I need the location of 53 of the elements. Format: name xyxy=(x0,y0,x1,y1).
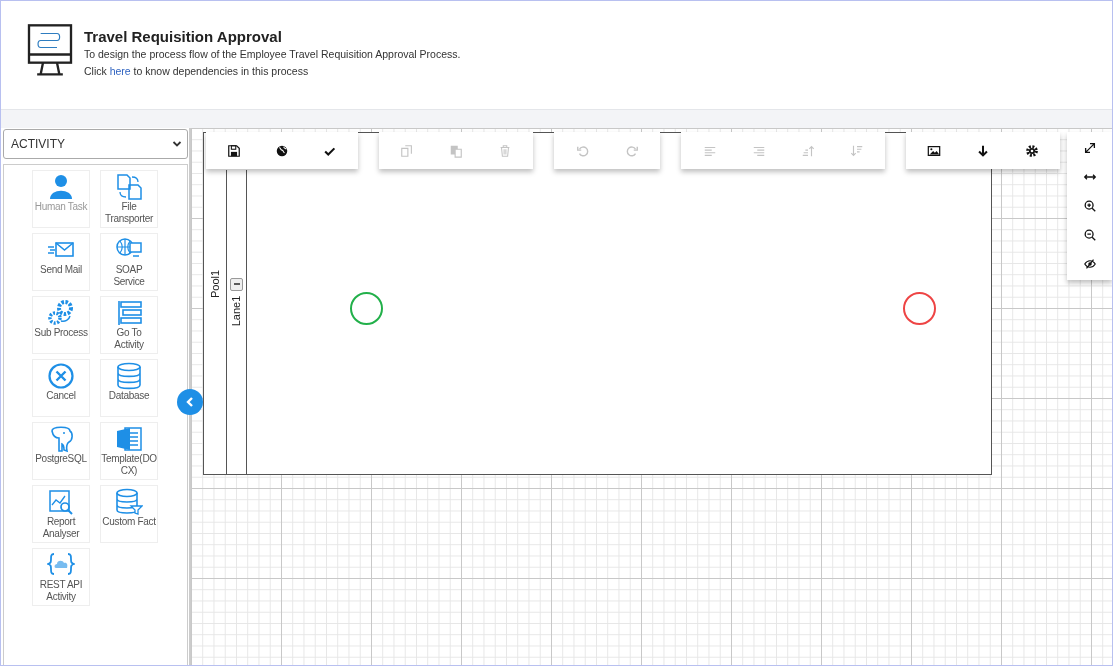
image-icon xyxy=(927,143,942,158)
zoom-out-icon xyxy=(1082,228,1097,242)
copy-icon xyxy=(400,143,415,158)
page-title: Travel Requisition Approval xyxy=(84,28,283,45)
chart-magnifier-icon xyxy=(47,488,75,516)
zoom-in-icon xyxy=(1082,199,1097,213)
palette-item[interactable]: Custom Fact xyxy=(100,485,158,543)
gear-icon xyxy=(1024,143,1039,158)
gears-icon xyxy=(47,299,75,327)
link-suffix: to know dependencies in this process xyxy=(133,65,309,77)
paste-icon xyxy=(449,143,463,158)
palette-item[interactable]: PostgreSQL xyxy=(32,422,90,480)
palette-item[interactable]: Cancel xyxy=(32,359,90,417)
description: To design the process flow of the Employee Travel Requisition Approval Process. xyxy=(84,48,461,60)
sort-down-icon xyxy=(849,143,864,158)
start-event[interactable] xyxy=(350,292,383,325)
redo-icon xyxy=(624,143,639,158)
palette-item[interactable]: REST API Activity xyxy=(32,548,90,606)
eye-slash-icon xyxy=(1082,257,1097,271)
expand-icon xyxy=(1082,141,1097,155)
pool[interactable]: Pool1 Lane1 xyxy=(203,170,992,475)
palette-item[interactable]: Report Analyser xyxy=(32,485,90,543)
palette-item[interactable]: Go To Activity xyxy=(100,296,158,354)
document-icon xyxy=(115,425,143,453)
collapse-button[interactable] xyxy=(177,389,203,415)
palette-item[interactable]: Template(DOCX) xyxy=(100,422,158,480)
lane-label: Lane1 xyxy=(230,295,243,326)
floppy-icon xyxy=(227,143,241,158)
monitor-icon xyxy=(25,23,75,79)
globe-icon xyxy=(275,143,289,158)
flow-list-icon xyxy=(115,299,143,327)
database-icon xyxy=(115,362,143,390)
here-link[interactable]: here xyxy=(109,65,131,77)
palette-item[interactable]: Sub Process xyxy=(32,296,90,354)
category-select[interactable]: ACTIVITY xyxy=(3,129,188,159)
pool-label: Pool1 xyxy=(209,269,221,299)
link-prefix: Click xyxy=(84,65,107,77)
chevron-down-icon xyxy=(172,139,182,149)
collapse-lane-button[interactable] xyxy=(230,277,243,291)
down-arrow-icon xyxy=(976,143,990,158)
sort-up-icon xyxy=(800,143,815,158)
palette-item[interactable]: SOAP Service xyxy=(100,233,158,291)
end-event[interactable] xyxy=(903,292,936,325)
minus-icon xyxy=(232,280,241,288)
documents-icon xyxy=(115,173,143,201)
undo-icon xyxy=(575,143,590,158)
palette-item[interactable]: Send Mail xyxy=(32,233,90,291)
cancel-icon xyxy=(47,362,75,390)
chevron-left-icon xyxy=(184,396,196,408)
person-icon xyxy=(47,173,75,201)
database-funnel-icon xyxy=(115,488,143,516)
palette-item[interactable]: Database xyxy=(100,359,158,417)
palette-item[interactable]: File Transporter xyxy=(100,170,158,228)
